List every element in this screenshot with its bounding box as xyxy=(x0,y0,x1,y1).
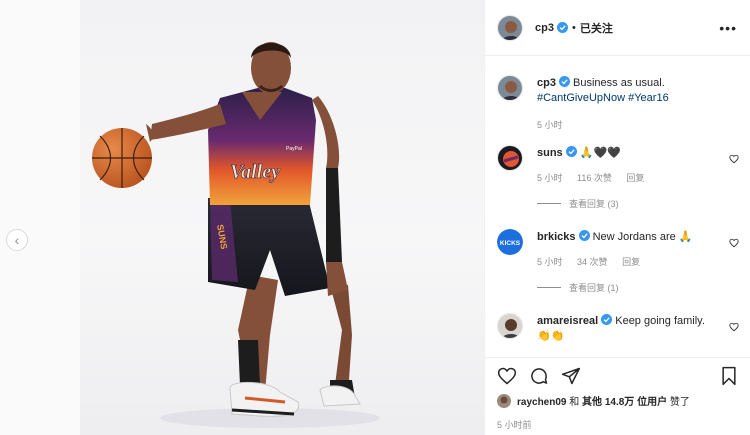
view-replies-button[interactable]: 查看回复 (1) xyxy=(537,281,619,294)
verified-badge-icon xyxy=(556,22,568,33)
jersey-text: Valley xyxy=(230,161,280,183)
comment-icon[interactable] xyxy=(529,366,549,386)
commenter-avatar[interactable]: KICKS xyxy=(497,229,523,255)
more-icon[interactable]: ••• xyxy=(719,20,737,36)
view-replies-button[interactable]: 查看回复 (3) xyxy=(537,197,619,210)
comment-text: 🙏🖤🖤 xyxy=(579,147,621,159)
caption-username[interactable]: cp3 xyxy=(537,77,556,89)
comment-text: New Jordans are 🙏 xyxy=(592,231,693,243)
comment-body: amareisreal Keep going family. 👏👏 xyxy=(537,314,717,344)
author-avatar[interactable] xyxy=(497,14,523,41)
comment-meta: 5 小时 116 次赞 回复 xyxy=(537,171,656,184)
commenter-username[interactable]: suns xyxy=(537,147,563,159)
brkicks-avatar-text: KICKS xyxy=(500,240,521,247)
caption-body: cp3 Business as usual. #CantGiveUpNow #Y… xyxy=(537,76,737,133)
comment-like-icon[interactable] xyxy=(729,322,739,332)
posted-time: 5 小时前 xyxy=(497,420,532,430)
replies-divider xyxy=(537,287,561,288)
comment-likes[interactable]: 34 次赞 xyxy=(577,257,608,267)
action-bar xyxy=(485,357,750,391)
author-username[interactable]: cp3 xyxy=(535,22,554,34)
post-photo[interactable]: SUNS Valley PayPal xyxy=(80,0,484,435)
comment-body: suns 🙏🖤🖤 xyxy=(537,146,717,161)
hashtag-link[interactable]: #CantGiveUpNow xyxy=(537,92,625,104)
commenter-username[interactable]: brkicks xyxy=(537,231,576,243)
comment-likes[interactable]: 116 次赞 xyxy=(577,173,612,183)
liker-username[interactable]: raychen09 xyxy=(517,397,566,408)
comment-like-icon[interactable] xyxy=(729,154,739,164)
verified-badge-icon xyxy=(601,314,613,325)
instagram-post-view: ‹ SUNS Valley PayPal cp3 • 已关注 ••• cp3 B… xyxy=(0,0,750,435)
verified-badge-icon xyxy=(578,230,590,241)
player-illustration: SUNS Valley PayPal xyxy=(92,42,380,428)
comment-text-line2: 👏👏 xyxy=(537,330,565,342)
share-icon[interactable] xyxy=(561,366,581,386)
left-gutter: ‹ xyxy=(0,0,80,435)
comment-meta: 5 小时 34 次赞 回复 xyxy=(537,255,652,268)
view-replies-label: 查看回复 (3) xyxy=(569,199,619,209)
comment-like-icon[interactable] xyxy=(729,238,739,248)
reply-button[interactable]: 回复 xyxy=(626,173,644,183)
commenter-avatar[interactable] xyxy=(497,145,523,171)
comment-time: 5 小时 xyxy=(537,173,563,183)
carousel-prev-button[interactable]: ‹ xyxy=(6,229,28,251)
caption-text: Business as usual. xyxy=(573,77,665,89)
comments-list: cp3 Business as usual. #CantGiveUpNow #Y… xyxy=(485,57,750,357)
caption-time: 5 小时 xyxy=(537,120,563,130)
replies-divider xyxy=(537,203,561,204)
liker-avatar[interactable] xyxy=(497,393,511,408)
view-replies-label: 查看回复 (1) xyxy=(569,283,619,293)
caption-avatar[interactable] xyxy=(497,75,523,101)
likes-text: raychen09 和 其他 14.8万 位用户 赞了 xyxy=(517,393,690,408)
comment-body: brkicks New Jordans are 🙏 xyxy=(537,230,717,245)
comment-text: Keep going family. xyxy=(615,315,705,327)
comment-time: 5 小时 xyxy=(537,257,563,267)
post-header: cp3 • 已关注 ••• xyxy=(485,0,750,56)
separator-dot: • xyxy=(571,21,576,34)
hashtag-link[interactable]: #Year16 xyxy=(628,92,669,104)
commenter-username[interactable]: amareisreal xyxy=(537,315,598,327)
likes-mid: 和 xyxy=(566,397,583,408)
follow-state-button[interactable]: 已关注 xyxy=(580,20,613,36)
chevron-left-icon: ‹ xyxy=(14,232,20,248)
post-sidebar: cp3 • 已关注 ••• cp3 Business as usual. #Ca… xyxy=(484,0,750,435)
commenter-avatar[interactable] xyxy=(497,313,523,339)
likes-summary: raychen09 和 其他 14.8万 位用户 赞了 xyxy=(497,393,690,408)
verified-badge-icon xyxy=(558,76,570,87)
verified-badge-icon xyxy=(565,146,577,157)
sponsor-text: PayPal xyxy=(286,146,302,152)
likes-others[interactable]: 其他 14.8万 位用户 xyxy=(582,397,667,408)
likes-end: 赞了 xyxy=(667,397,690,408)
bookmark-icon[interactable] xyxy=(719,366,739,386)
heart-icon[interactable] xyxy=(497,366,517,386)
reply-button[interactable]: 回复 xyxy=(622,257,640,267)
